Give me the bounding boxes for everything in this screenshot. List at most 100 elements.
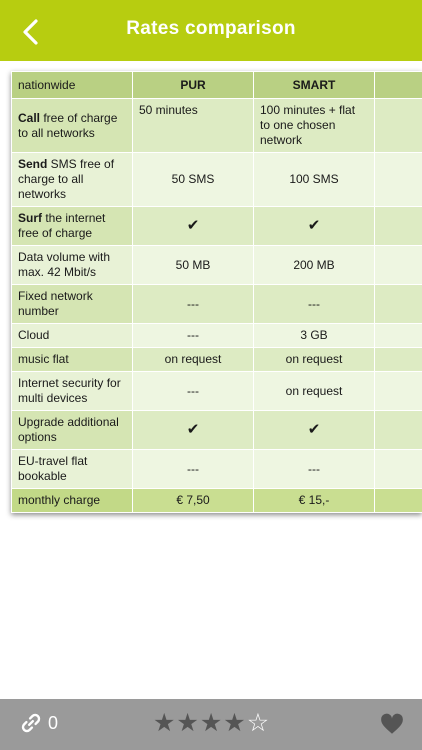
cell-value: € 7,50 xyxy=(176,493,210,507)
cell-value: --- xyxy=(187,461,199,476)
row-label: Surf the internet free of charge xyxy=(11,206,133,246)
table-cell: --- xyxy=(132,449,254,489)
table-cell: 100 SMS xyxy=(253,152,375,207)
table-row: music flat on request on request on xyxy=(11,347,422,372)
row-label-text: Internet security for multi devices xyxy=(18,376,121,405)
row-label: Fixed network number xyxy=(11,284,133,324)
row-label-text: EU-travel flat bookable xyxy=(18,454,88,483)
table-cell: € 7,50 xyxy=(132,488,254,513)
page-title: Rates comparison xyxy=(126,18,296,39)
table-cell: ✔ xyxy=(253,206,375,246)
row-label-text: music flat xyxy=(18,352,69,366)
row-label-bold: Surf xyxy=(18,211,42,225)
column-header: SMART xyxy=(253,71,375,99)
table-cell xyxy=(374,98,422,153)
row-label-text: Data volume with max. 42 Mbit/s xyxy=(18,250,111,279)
star-filled-icon[interactable]: ★ xyxy=(200,709,222,737)
table-cell: 50 SMS xyxy=(132,152,254,207)
table-cell: 200 MB xyxy=(253,245,375,285)
star-filled-icon[interactable]: ★ xyxy=(176,709,198,737)
table-cell: on xyxy=(374,371,422,411)
table-cell: --- xyxy=(132,284,254,324)
row-label: Call free of charge to all networks xyxy=(11,98,133,153)
cell-value: on request xyxy=(285,383,343,398)
row-label-text: Fixed network number xyxy=(18,289,93,318)
table-cell: --- xyxy=(253,284,375,324)
heart-icon[interactable] xyxy=(379,711,405,737)
row-label: monthly charge xyxy=(11,488,133,513)
table-cell: on xyxy=(374,347,422,372)
table-row: Send SMS free of charge to all networks 5… xyxy=(11,152,422,207)
table-row: Fixed network number --- --- xyxy=(11,284,422,324)
table-cell xyxy=(374,152,422,207)
table-cell: on request xyxy=(132,347,254,372)
row-label-bold: Call xyxy=(18,110,41,125)
checkmark-icon: ✔ xyxy=(186,421,200,438)
column-header: nationwide xyxy=(11,71,133,99)
cell-value: 100 SMS xyxy=(289,172,339,186)
cell-value: 100 minutes + flat to one chosen network xyxy=(260,103,356,147)
row-label-text: Upgrade additional options xyxy=(18,415,119,444)
row-label-text: monthly charge xyxy=(18,493,101,507)
cell-value: on request xyxy=(164,352,222,366)
rates-table-scroll[interactable]: nationwide PUR SMART A Call free of char… xyxy=(11,71,422,513)
cell-value: 50 MB xyxy=(175,257,211,272)
table-cell: 50 xyxy=(374,245,422,285)
cell-value: 200 MB xyxy=(293,257,335,272)
link-button[interactable]: 0 xyxy=(20,712,58,734)
row-label: Internet security for multi devices xyxy=(11,371,133,411)
table-row: EU-travel flat bookable --- --- xyxy=(11,449,422,489)
table-cell: --- xyxy=(253,449,375,489)
table-row: Surf the internet free of charge ✔ ✔ xyxy=(11,206,422,246)
cell-value: on request xyxy=(285,352,343,366)
bottom-toolbar: 0 ★ ★ ★ ★ ☆ xyxy=(0,699,422,750)
cell-value: --- xyxy=(187,296,199,311)
cell-value: --- xyxy=(308,296,320,311)
table-row: Upgrade additional options ✔ ✔ xyxy=(11,410,422,450)
table-cell xyxy=(374,284,422,324)
cell-value: 3 GB xyxy=(300,328,328,342)
table-row: monthly charge € 7,50 € 15,- € xyxy=(11,488,422,513)
checkmark-icon: ✔ xyxy=(307,217,321,234)
link-icon xyxy=(21,713,41,733)
row-label: Send SMS free of charge to all networks xyxy=(11,152,133,207)
checkmark-icon: ✔ xyxy=(307,421,321,438)
row-label: Cloud xyxy=(11,323,133,348)
checkmark-icon: ✔ xyxy=(186,217,200,234)
table-row: Cloud --- 3 GB xyxy=(11,323,422,348)
rating-stars[interactable]: ★ ★ ★ ★ ☆ xyxy=(153,709,270,737)
column-header: PUR xyxy=(132,71,254,99)
table-cell: on request xyxy=(253,371,375,411)
table-cell: --- xyxy=(132,323,254,348)
row-label: music flat xyxy=(11,347,133,372)
row-label: EU-travel flat bookable xyxy=(11,449,133,489)
table-cell xyxy=(374,410,422,450)
table-cell: ✔ xyxy=(253,410,375,450)
row-label-text: Cloud xyxy=(18,328,50,342)
row-label-bold: Send xyxy=(18,157,48,171)
cell-value: 50 minutes xyxy=(139,103,198,117)
table-cell: 100 minutes + flat to one chosen network xyxy=(253,98,375,153)
table-cell xyxy=(374,449,422,489)
column-header: A xyxy=(374,71,422,99)
table-cell: ✔ xyxy=(132,410,254,450)
app-screen: Rates comparison nationwide PUR SMART A … xyxy=(0,0,422,750)
table-cell: 3 GB xyxy=(253,323,375,348)
cell-value: --- xyxy=(308,461,320,476)
star-filled-icon[interactable]: ★ xyxy=(223,709,245,737)
table-cell: 50 minutes xyxy=(132,98,254,153)
table-row: Data volume with max. 42 Mbit/s 50 MB 200 … xyxy=(11,245,422,285)
header-bar: Rates comparison xyxy=(0,0,422,61)
cell-value: 50 SMS xyxy=(171,172,215,186)
table-cell xyxy=(374,206,422,246)
star-filled-icon[interactable]: ★ xyxy=(153,709,175,737)
star-empty-icon[interactable]: ☆ xyxy=(247,709,269,737)
table-cell: --- xyxy=(132,371,254,411)
cell-value: --- xyxy=(187,383,199,398)
table-cell: on request xyxy=(253,347,375,372)
table-cell xyxy=(374,323,422,348)
table-cell: 50 MB xyxy=(132,245,254,285)
rates-table: nationwide PUR SMART A Call free of char… xyxy=(11,71,422,513)
cell-value: € 15,- xyxy=(298,493,330,507)
table-cell: € xyxy=(374,488,422,513)
